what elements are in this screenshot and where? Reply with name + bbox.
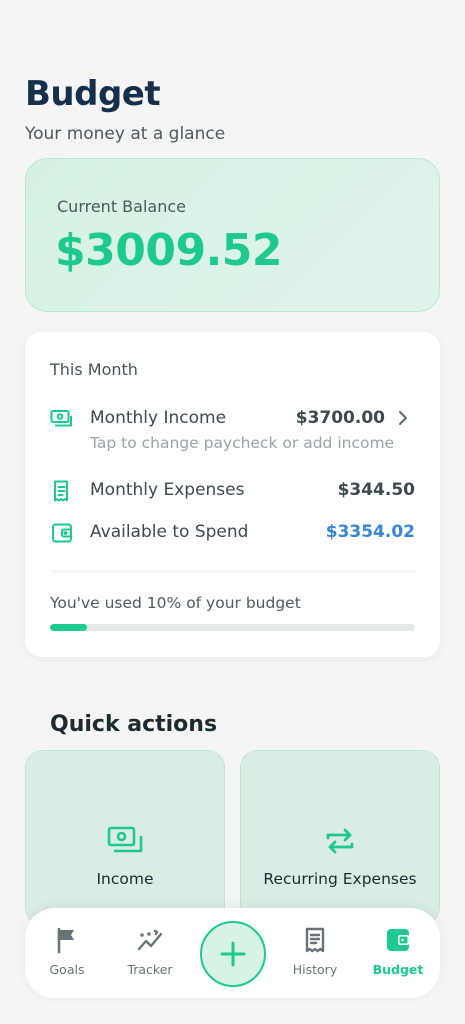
divider [50, 571, 415, 572]
this-month-card: This Month Monthly Income $3700.00 Tap t… [25, 332, 440, 657]
this-month-heading: This Month [50, 360, 138, 379]
available-to-spend-label: Available to Spend [90, 522, 249, 542]
chevron-right-icon [399, 411, 407, 425]
nav-label-goals: Goals [49, 962, 85, 977]
nav-label-tracker: Tracker [127, 962, 173, 977]
bottom-nav: Goals Tracker History Budget [25, 908, 440, 998]
add-button[interactable] [200, 921, 266, 987]
monthly-expenses-label: Monthly Expenses [90, 480, 245, 500]
trend-icon [137, 929, 163, 951]
available-to-spend-row: Available to Spend $3354.02 [50, 518, 415, 548]
budget-screen: Budget Your money at a glance Current Ba… [0, 0, 465, 1024]
monthly-income-value: $3700.00 [295, 408, 385, 428]
wallet-icon [52, 523, 72, 543]
nav-label-history: History [292, 962, 338, 977]
receipt-icon [54, 480, 68, 502]
available-to-spend-value: $3354.02 [325, 522, 415, 542]
plus-icon [220, 941, 246, 967]
wallet-icon [387, 929, 409, 951]
flag-icon [57, 927, 74, 954]
page-title: Budget [25, 74, 161, 114]
cash-icon [50, 410, 72, 427]
nav-item-tracker[interactable]: Tracker [115, 926, 185, 977]
page-subtitle: Your money at a glance [25, 124, 226, 144]
balance-label: Current Balance [57, 197, 186, 216]
budget-usage-text: You've used 10% of your budget [50, 594, 301, 612]
monthly-income-hint: Tap to change paycheck or add income [90, 434, 395, 452]
receipt-icon [305, 927, 325, 953]
monthly-expenses-value: $344.50 [337, 480, 415, 500]
quick-action-income-label: Income [96, 870, 154, 888]
nav-label-budget: Budget [372, 962, 424, 977]
quick-action-recurring-label: Recurring Expenses [263, 870, 417, 888]
budget-usage-fill [50, 624, 87, 631]
monthly-expenses-row: Monthly Expenses $344.50 [50, 476, 415, 506]
nav-item-budget[interactable]: Budget [363, 926, 433, 977]
balance-card: Current Balance $3009.52 [25, 158, 440, 312]
cash-icon [107, 826, 143, 853]
quick-action-recurring-expenses[interactable]: Recurring Expenses [240, 750, 440, 925]
monthly-income-label: Monthly Income [90, 408, 227, 428]
quick-action-income[interactable]: Income [25, 750, 225, 925]
monthly-income-row[interactable]: Monthly Income $3700.00 Tap to change pa… [50, 404, 415, 460]
quick-actions-title: Quick actions [50, 712, 218, 737]
balance-value: $3009.52 [55, 225, 283, 276]
repeat-icon [326, 828, 354, 854]
nav-item-history[interactable]: History [280, 926, 350, 977]
budget-usage-bar [50, 624, 415, 631]
nav-item-goals[interactable]: Goals [32, 926, 102, 977]
